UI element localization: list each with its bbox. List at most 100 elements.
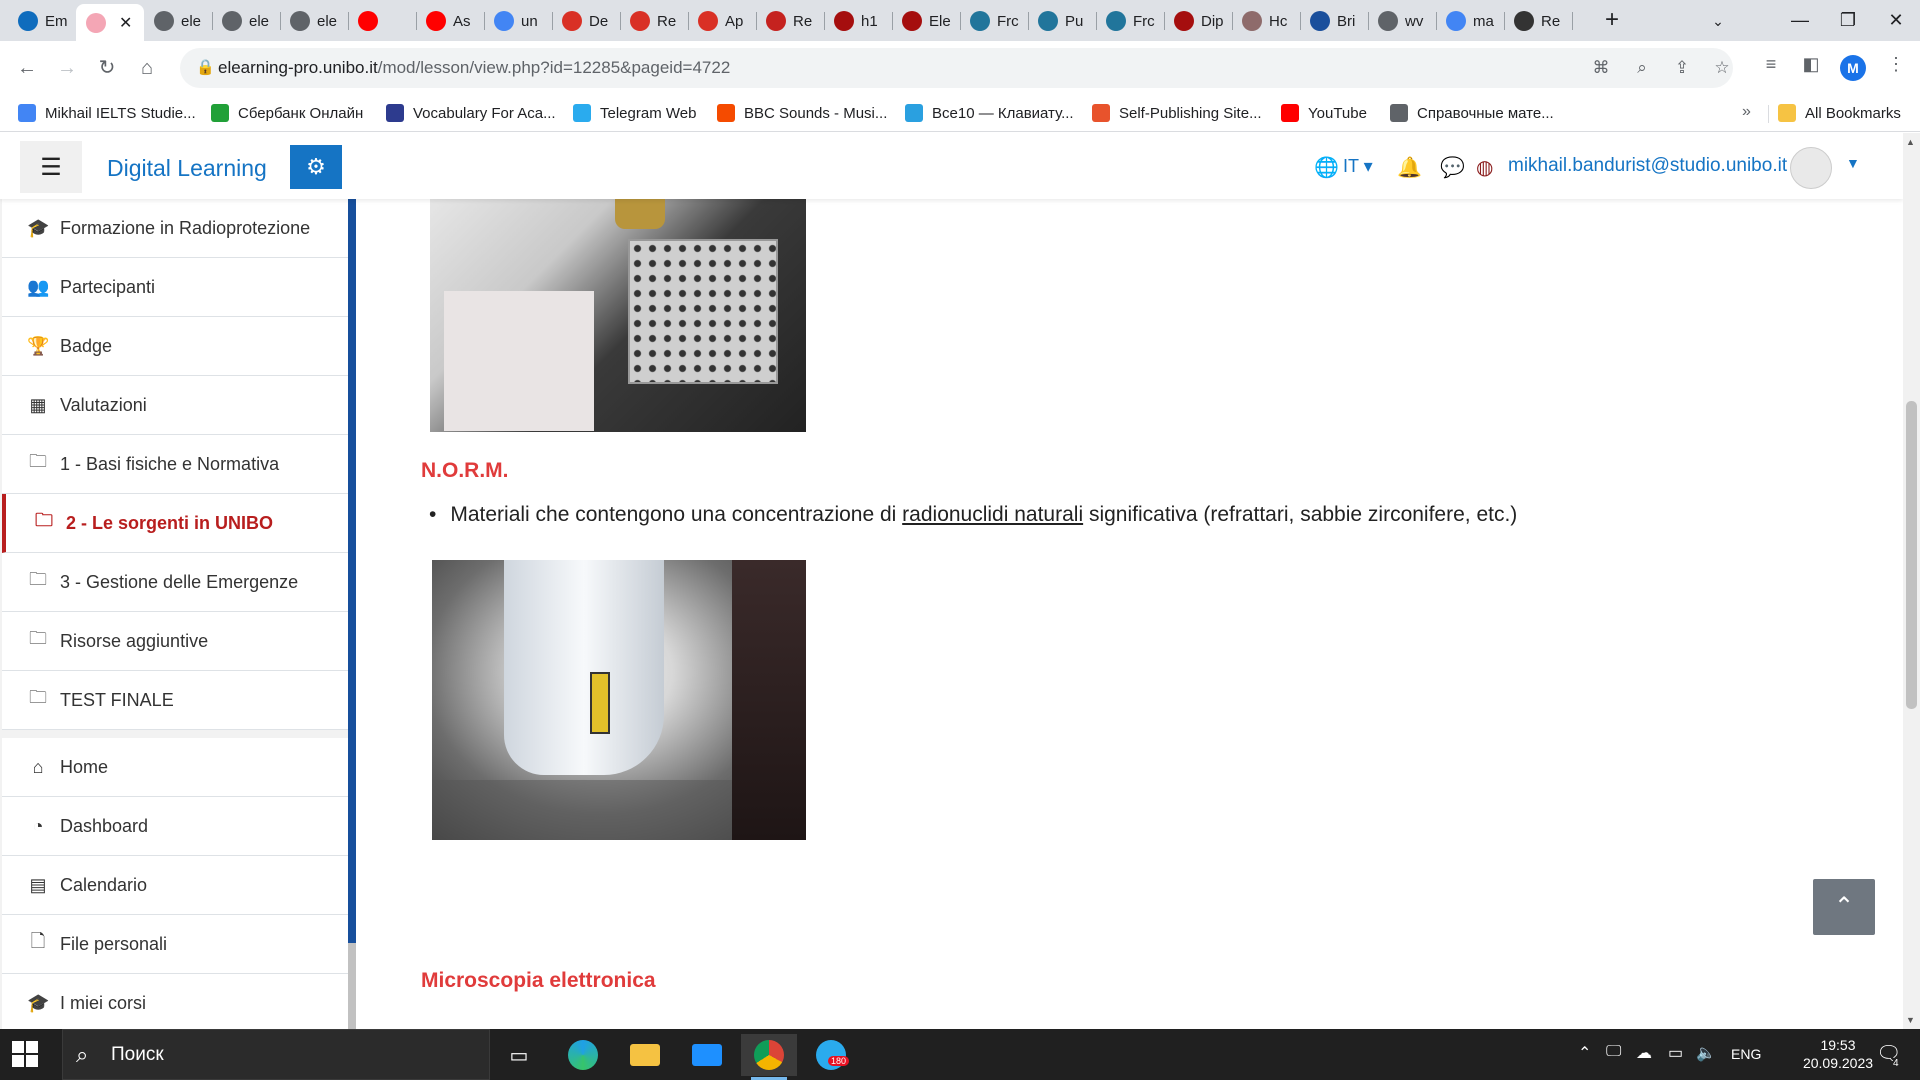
bookmark-item[interactable]: Сбербанк Онлайн: [211, 104, 363, 122]
system-clock[interactable]: 19:53 20.09.2023: [1798, 1036, 1878, 1072]
bookmark-item[interactable]: Self-Publishing Site...: [1092, 104, 1262, 122]
profile-avatar[interactable]: M: [1840, 55, 1866, 81]
notifications-bell-icon[interactable]: 🔔: [1397, 155, 1422, 180]
page-scrollbar[interactable]: ▲ ▼: [1903, 133, 1920, 1029]
reading-list-icon[interactable]: ≡: [1757, 54, 1785, 75]
browser-tab[interactable]: Re: [620, 6, 688, 36]
browser-tab[interactable]: ✕: [76, 4, 144, 41]
home-button-icon[interactable]: ⌂: [130, 51, 164, 85]
new-tab-button[interactable]: +: [1597, 6, 1627, 36]
sidebar-item[interactable]: 🎓 I miei corsi: [2, 974, 348, 1029]
mail-taskbar-button[interactable]: [679, 1034, 735, 1076]
browser-tab[interactable]: ele: [280, 6, 348, 36]
user-menu-caret-icon[interactable]: ▼: [1846, 155, 1860, 171]
back-icon[interactable]: ←: [10, 51, 44, 85]
site-name-link[interactable]: Digital Learning: [107, 155, 267, 182]
browser-tab[interactable]: Hc: [1232, 6, 1300, 36]
sidebar-item[interactable]: 🗋 File personali: [2, 915, 348, 974]
site-info-icon[interactable]: 🔒: [196, 58, 215, 76]
browser-tab[interactable]: Re: [756, 6, 824, 36]
browser-tab[interactable]: Ap: [688, 6, 756, 36]
scrollbar-thumb[interactable]: [1906, 401, 1917, 709]
explorer-taskbar-button[interactable]: [617, 1034, 673, 1076]
bookmark-item[interactable]: Mikhail IELTS Studie...: [18, 104, 196, 122]
sidebar-item[interactable]: 🎓 Formazione in Radioprotezione: [2, 199, 348, 258]
browser-tab[interactable]: Dip: [1164, 6, 1232, 36]
translate-icon[interactable]: ⌘: [1590, 58, 1612, 78]
edge-taskbar-button[interactable]: [555, 1034, 611, 1076]
bookmark-item[interactable]: Vocabulary For Aca...: [386, 104, 556, 122]
tab-search-icon[interactable]: ⌄: [1703, 6, 1733, 36]
restore-icon[interactable]: ❐: [1824, 0, 1872, 41]
drawer-scrollbar[interactable]: [348, 943, 356, 1029]
tray-overflow-icon[interactable]: ⌃: [1578, 1043, 1591, 1063]
radionuclidi-link[interactable]: radionuclidi naturali: [902, 503, 1083, 526]
browser-tab[interactable]: [348, 6, 416, 36]
more-bookmarks-icon[interactable]: »: [1742, 103, 1751, 121]
user-email[interactable]: mikhail.bandurist@studio.unibo.it: [1508, 155, 1787, 177]
back-to-top-button[interactable]: ⌃: [1813, 879, 1875, 935]
battery-icon[interactable]: ▭: [1668, 1043, 1683, 1063]
messages-icon[interactable]: 💬: [1440, 155, 1465, 180]
browser-tab[interactable]: un: [484, 6, 552, 36]
settings-cog-button[interactable]: ⚙: [290, 145, 342, 189]
sidebar-item[interactable]: 🗀 1 - Basi fisiche e Normativa: [2, 435, 348, 494]
scroll-down-arrow-icon[interactable]: ▼: [1906, 1015, 1915, 1025]
task-view-button[interactable]: ▭: [491, 1034, 547, 1076]
chrome-taskbar-button[interactable]: [741, 1034, 797, 1080]
network-icon[interactable]: 🖵: [1606, 1043, 1621, 1061]
address-bar[interactable]: 🔒 elearning-pro.unibo.it/mod/lesson/view…: [180, 48, 1733, 88]
browser-tab[interactable]: Frc: [1096, 6, 1164, 36]
scroll-up-arrow-icon[interactable]: ▲: [1906, 137, 1915, 147]
bookmark-item[interactable]: BBC Sounds - Musi...: [717, 104, 887, 122]
telegram-taskbar-button[interactable]: [803, 1034, 859, 1076]
input-language[interactable]: ENG: [1731, 1046, 1761, 1062]
window-close-icon[interactable]: ✕: [1872, 0, 1920, 41]
language-menu[interactable]: IT ▾: [1343, 156, 1373, 177]
sidebar-item[interactable]: ▤ Calendario: [2, 856, 348, 915]
sidebar-item[interactable]: 🗀 3 - Gestione delle Emergenze: [2, 553, 348, 612]
browser-tab[interactable]: ele: [144, 6, 212, 36]
sidebar-item[interactable]: ◔ Dashboard: [2, 797, 348, 856]
volume-icon[interactable]: 🔈: [1696, 1043, 1716, 1063]
bookmark-item[interactable]: Все10 — Клавиату...: [905, 104, 1074, 122]
taskbar-search-box[interactable]: ⌕ Поиск: [62, 1029, 490, 1080]
sidebar-item[interactable]: 👥 Partecipanti: [2, 258, 348, 317]
bookmark-item[interactable]: YouTube: [1281, 104, 1367, 122]
side-panel-icon[interactable]: ◧: [1797, 54, 1825, 75]
sidebar-item[interactable]: 🗀 2 - Le sorgenti in UNIBO: [2, 494, 348, 553]
share-icon[interactable]: ⇪: [1671, 58, 1693, 78]
sidebar-item[interactable]: 🗀 Risorse aggiuntive: [2, 612, 348, 671]
globe-icon[interactable]: 🌐: [1314, 155, 1339, 180]
browser-tab[interactable]: Bri: [1300, 6, 1368, 36]
browser-tab[interactable]: As: [416, 6, 484, 36]
forward-icon[interactable]: →: [50, 51, 84, 85]
onedrive-icon[interactable]: ☁: [1636, 1043, 1652, 1063]
tab-close-icon[interactable]: ✕: [119, 13, 132, 33]
bookmark-item[interactable]: Telegram Web: [573, 104, 696, 122]
accessibility-icon[interactable]: ◍: [1476, 155, 1493, 180]
browser-tab[interactable]: ma: [1436, 6, 1504, 36]
sidebar-item[interactable]: ⌂ Home: [2, 738, 348, 797]
bookmark-item[interactable]: Справочные мате...: [1390, 104, 1554, 122]
browser-tab[interactable]: De: [552, 6, 620, 36]
browser-tab[interactable]: Pu: [1028, 6, 1096, 36]
browser-tab[interactable]: wv: [1368, 6, 1436, 36]
browser-tab[interactable]: Em: [8, 6, 76, 36]
browser-tab[interactable]: Frc: [960, 6, 1028, 36]
all-bookmarks-folder[interactable]: All Bookmarks: [1778, 104, 1901, 122]
bookmark-star-icon[interactable]: ☆: [1711, 58, 1733, 78]
browser-tab[interactable]: ele: [212, 6, 280, 36]
menu-kebab-icon[interactable]: ⋮: [1882, 54, 1910, 75]
browser-tab[interactable]: Re: [1504, 6, 1572, 36]
drawer-toggle-button[interactable]: ☰: [20, 141, 82, 193]
sidebar-item[interactable]: ▦ Valutazioni: [2, 376, 348, 435]
browser-tab[interactable]: Ele: [892, 6, 960, 36]
sidebar-item[interactable]: 🏆 Badge: [2, 317, 348, 376]
user-avatar[interactable]: [1790, 147, 1832, 189]
browser-tab[interactable]: h1: [824, 6, 892, 36]
sidebar-item[interactable]: 🗀 TEST FINALE: [2, 671, 348, 730]
url-text[interactable]: elearning-pro.unibo.it/mod/lesson/view.p…: [218, 58, 730, 78]
minimize-icon[interactable]: —: [1776, 0, 1824, 41]
zoom-icon[interactable]: ⌕: [1631, 58, 1653, 78]
